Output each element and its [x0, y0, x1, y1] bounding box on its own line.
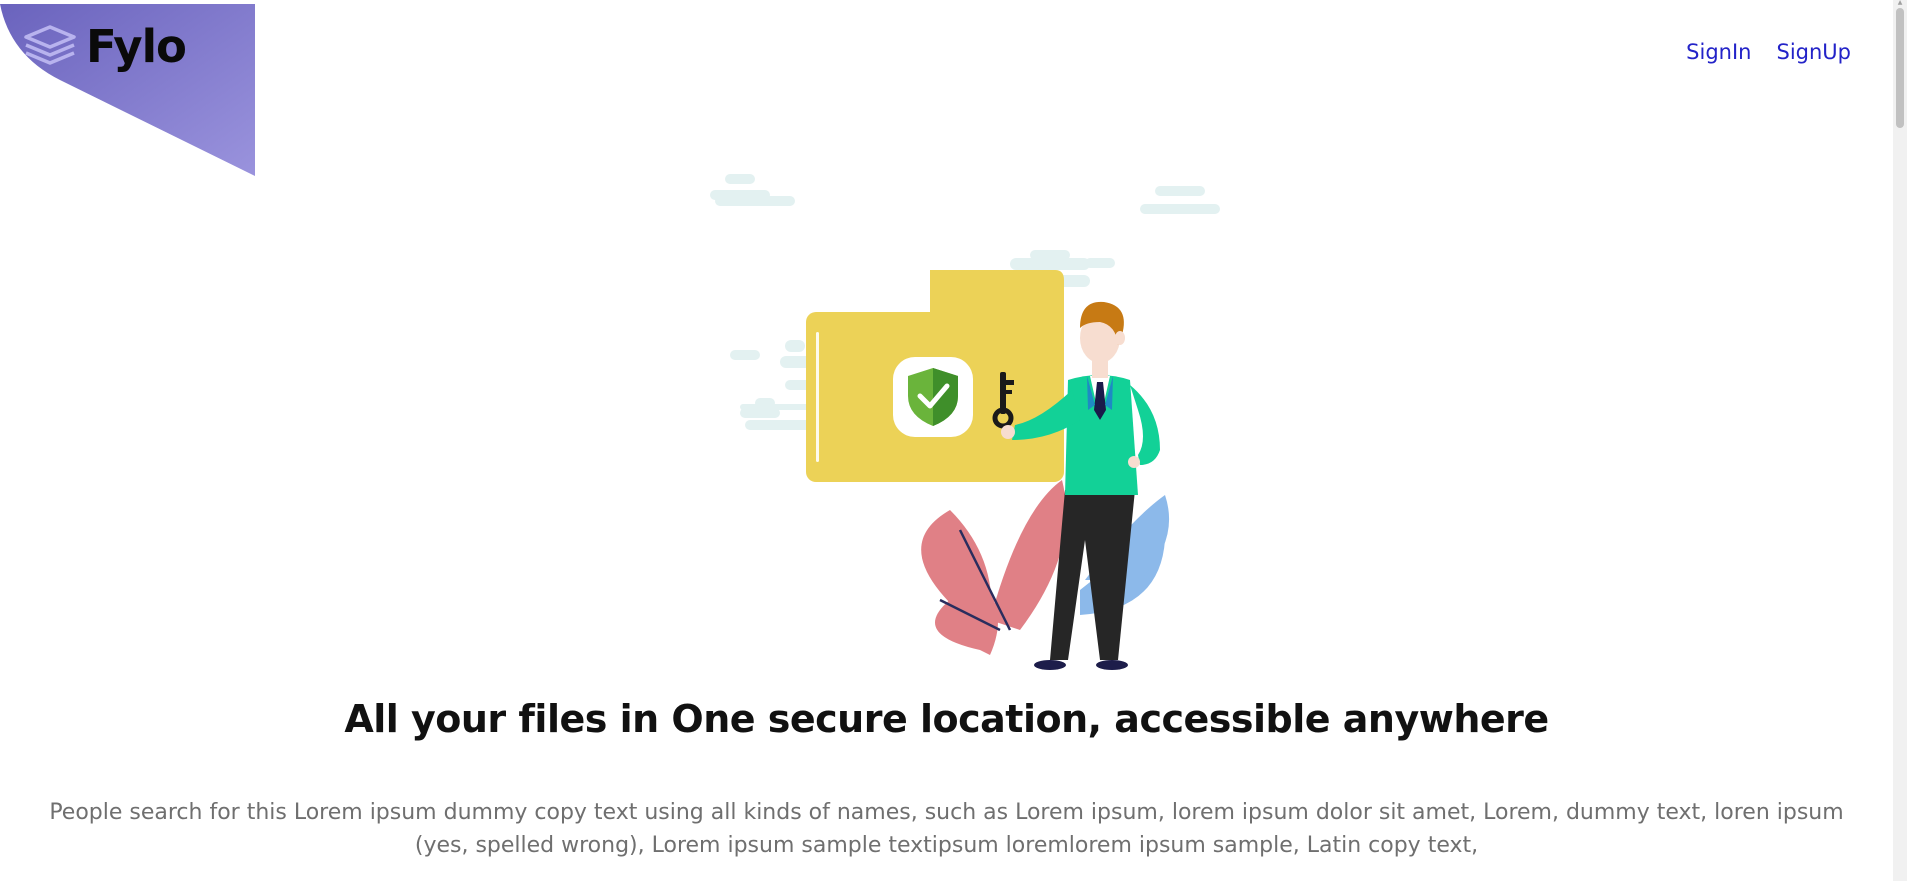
- page-scrollbar[interactable]: ▲: [1893, 0, 1907, 881]
- landing-page: Fylo SignIn SignUp All your files in One…: [0, 0, 1907, 881]
- hero-headline: All your files in One secure location, a…: [344, 697, 1549, 741]
- top-nav: SignIn SignUp: [1686, 40, 1851, 64]
- signin-link[interactable]: SignIn: [1686, 40, 1751, 64]
- brand-logo-link[interactable]: Fylo: [22, 20, 187, 73]
- hero-description: People search for this Lorem ipsum dummy…: [49, 800, 1844, 858]
- scroll-up-arrow-icon[interactable]: ▲: [1896, 0, 1904, 6]
- secure-folder-illustration: [690, 110, 1230, 680]
- scrollbar-thumb[interactable]: [1896, 8, 1904, 128]
- stacked-layers-icon: [22, 23, 78, 71]
- brand-name: Fylo: [86, 20, 187, 73]
- signup-link[interactable]: SignUp: [1776, 40, 1851, 64]
